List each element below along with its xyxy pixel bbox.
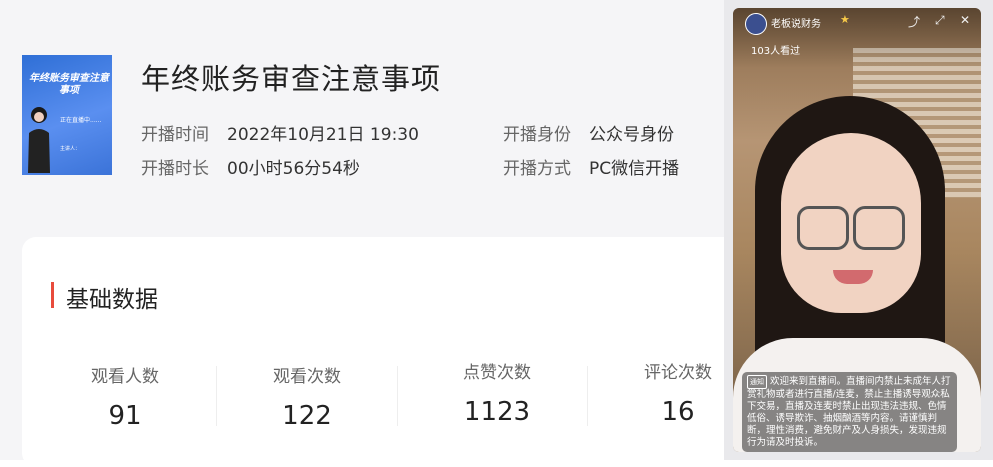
share-icon[interactable]: ⤴ — [908, 13, 920, 30]
notice-tag: 通知 — [747, 375, 767, 389]
duration-row: 开播时长 00小时56分54秒 — [141, 154, 360, 179]
cover-host: 主讲人： — [60, 146, 81, 152]
identity-row: 开播身份 公众号身份 — [503, 120, 674, 145]
channel-avatar[interactable] — [745, 13, 767, 35]
stat-label: 观看次数 — [273, 367, 341, 387]
live-cover-image: 年终账务审查注意事项 正在直播中...... 主讲人： — [22, 55, 112, 175]
start-time-label: 开播时间 — [141, 125, 209, 145]
notice-text: 欢迎来到直播间。直播间内禁止未成年人打赏礼物或者进行直播/连麦，禁止主播诱导观众… — [747, 376, 951, 448]
live-notice: 通知 欢迎来到直播间。直播间内禁止未成年人打赏礼物或者进行直播/连麦，禁止主播诱导… — [742, 372, 957, 452]
method-value: PC微信开播 — [589, 159, 680, 179]
stat-likes: 点赞次数 1123 — [407, 358, 587, 427]
start-time-value: 2022年10月21日 19:30 — [227, 125, 419, 145]
method-row: 开播方式 PC微信开播 — [503, 154, 679, 179]
stat-value: 1123 — [463, 397, 531, 427]
start-time-row: 开播时间 2022年10月21日 19:30 — [141, 120, 419, 145]
stat-value: 122 — [282, 401, 332, 431]
stat-label: 观看人数 — [91, 367, 159, 387]
cover-presenter-figure — [28, 107, 50, 173]
star-icon: ★ — [840, 13, 850, 26]
stat-viewers: 观看人数 91 — [35, 362, 215, 431]
close-icon[interactable]: ✕ — [960, 13, 970, 27]
stat-divider — [397, 366, 398, 426]
identity-label: 开播身份 — [503, 125, 571, 145]
stat-label: 点赞次数 — [463, 363, 531, 383]
fullscreen-icon[interactable]: ⤢ — [935, 13, 945, 28]
live-stats-page: 年终账务审查注意事项 正在直播中...... 主讲人： 年终账务审查注意事项 开… — [0, 0, 993, 467]
page-title: 年终账务审查注意事项 — [141, 62, 442, 96]
viewer-count: 103人看过 — [751, 46, 801, 57]
cover-title: 年终账务审查注意事项 — [29, 73, 109, 96]
channel-name[interactable]: 老板说财务 — [771, 15, 821, 30]
glasses-left-lens — [797, 206, 849, 250]
cover-status: 正在直播中...... — [60, 117, 102, 124]
section-accent-bar — [51, 282, 54, 308]
glasses-right-lens — [853, 206, 905, 250]
stat-value: 91 — [108, 401, 142, 431]
duration-value: 00小时56分54秒 — [227, 159, 360, 179]
duration-label: 开播时长 — [141, 159, 209, 179]
basic-data-card — [22, 237, 742, 467]
method-label: 开播方式 — [503, 159, 571, 179]
stat-views: 观看次数 122 — [217, 362, 397, 431]
identity-value: 公众号身份 — [589, 125, 674, 145]
section-title: 基础数据 — [66, 287, 158, 313]
